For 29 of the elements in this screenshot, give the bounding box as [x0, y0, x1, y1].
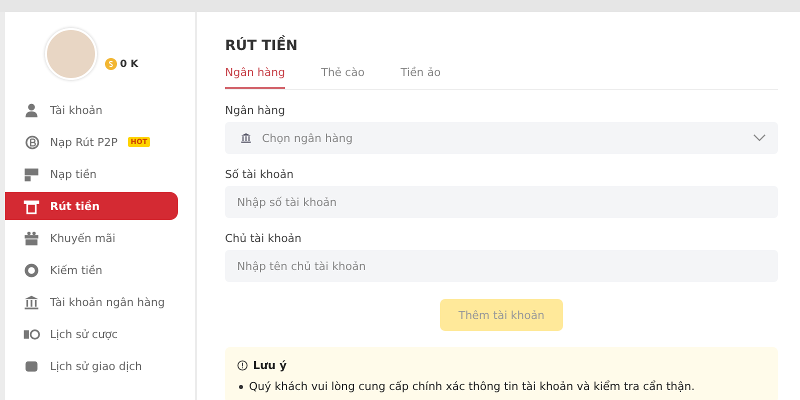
tab[interactable]: Thẻ cào — [321, 66, 365, 89]
sidebar-item[interactable]: Tài khoản — [5, 96, 178, 124]
coin-icon — [105, 58, 117, 70]
field-label: Số tài khoản — [225, 168, 295, 181]
note-text: Quý khách vui lòng cung cấp chính xác thông tin tài khoản và kiểm tra cẩn thận. — [249, 380, 695, 393]
info-icon — [237, 360, 248, 371]
sidebar-item[interactable]: Lịch sử giao dịch — [5, 352, 178, 380]
gift-icon — [23, 230, 40, 246]
balance-text: 0 K — [120, 58, 138, 70]
sidebar-item[interactable]: Lịch sử cược — [5, 320, 178, 348]
field-label: Ngân hàng — [225, 104, 286, 117]
avatar — [45, 28, 97, 80]
tab[interactable]: Ngân hàng — [225, 66, 286, 89]
person-icon — [23, 102, 40, 118]
account-holder-field[interactable]: Nhập tên chủ tài khoản — [225, 250, 778, 282]
sidebar-item[interactable]: Tài khoản ngân hàng — [5, 288, 178, 316]
sidebar-item[interactable]: Khuyến mãi — [5, 224, 178, 252]
tab[interactable]: Tiền ảo — [400, 66, 441, 89]
note-title: Lưu ý — [253, 359, 287, 372]
bank-icon — [23, 294, 40, 310]
coin-icon — [23, 262, 40, 278]
field-label: Chủ tài khoản — [225, 232, 303, 245]
account-number-field[interactable]: Nhập số tài khoản — [225, 186, 778, 218]
bank-select[interactable]: Chọn ngân hàng — [225, 122, 778, 154]
sidebar-item[interactable]: Kiếm tiền — [5, 256, 178, 284]
bank-icon — [240, 132, 252, 144]
sidebar-item[interactable]: Rút tiền — [5, 192, 178, 220]
sidebar-item[interactable]: Nạp tiền — [5, 160, 178, 188]
chevron-down-icon — [753, 134, 766, 142]
